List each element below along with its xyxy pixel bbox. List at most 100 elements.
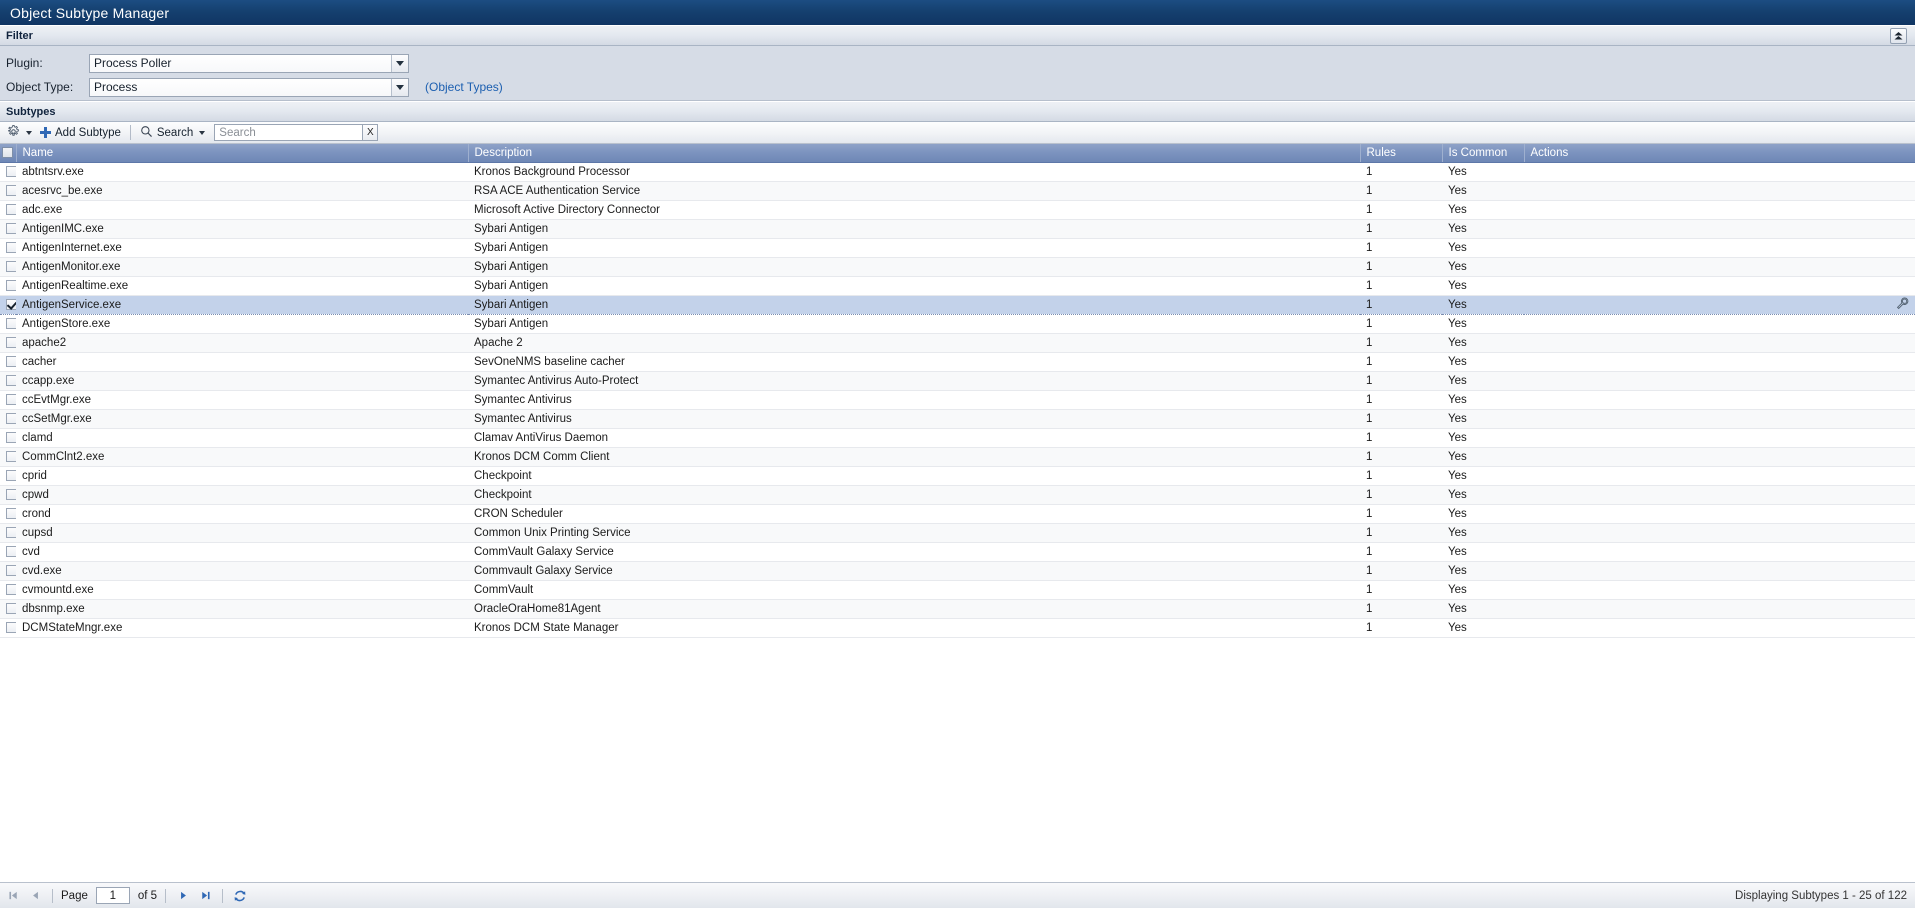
- row-checkbox[interactable]: [6, 355, 16, 367]
- row-select-cell[interactable]: [0, 618, 16, 638]
- row-select-cell[interactable]: [0, 257, 16, 277]
- row-select-cell[interactable]: [0, 485, 16, 505]
- row-checkbox[interactable]: [6, 374, 16, 386]
- row-checkbox[interactable]: [6, 393, 16, 405]
- row-select-cell[interactable]: [0, 599, 16, 619]
- table-row[interactable]: ccSetMgr.exe Symantec Antivirus 1 Yes: [0, 409, 1915, 429]
- cell-actions[interactable]: [1524, 542, 1915, 562]
- grid-options-menu[interactable]: [3, 123, 36, 143]
- row-select-cell[interactable]: [0, 294, 16, 315]
- row-select-cell[interactable]: [0, 238, 16, 258]
- row-checkbox[interactable]: [6, 621, 16, 633]
- table-row[interactable]: AntigenService.exe Sybari Antigen 1 Yes: [0, 294, 1915, 315]
- page-number-input[interactable]: [95, 887, 130, 904]
- row-checkbox[interactable]: [6, 431, 16, 443]
- row-select-cell[interactable]: [0, 580, 16, 600]
- plugin-select[interactable]: Process Poller: [89, 53, 409, 73]
- row-checkbox[interactable]: [6, 241, 16, 253]
- row-checkbox[interactable]: [6, 260, 16, 272]
- select-all-header[interactable]: [0, 144, 17, 163]
- row-select-cell[interactable]: [0, 181, 16, 201]
- wrench-icon[interactable]: [1896, 297, 1909, 313]
- cell-actions[interactable]: [1524, 238, 1915, 258]
- row-checkbox[interactable]: [6, 336, 16, 348]
- row-select-cell[interactable]: [0, 428, 16, 448]
- cell-actions[interactable]: [1524, 352, 1915, 372]
- table-row[interactable]: acesrvc_be.exe RSA ACE Authentication Ser…: [0, 181, 1915, 201]
- column-header-rules[interactable]: Rules: [1360, 144, 1443, 163]
- cell-actions[interactable]: [1524, 257, 1915, 277]
- row-checkbox[interactable]: [6, 298, 16, 310]
- row-checkbox[interactable]: [6, 450, 16, 462]
- row-select-cell[interactable]: [0, 561, 16, 581]
- row-checkbox[interactable]: [6, 545, 16, 557]
- row-select-cell[interactable]: [0, 371, 16, 391]
- table-row[interactable]: cpwd Checkpoint 1 Yes: [0, 485, 1915, 505]
- row-select-cell[interactable]: [0, 523, 16, 543]
- search-input[interactable]: [214, 124, 363, 141]
- table-row[interactable]: AntigenInternet.exe Sybari Antigen 1 Yes: [0, 238, 1915, 258]
- row-select-cell[interactable]: [0, 219, 16, 239]
- cell-actions[interactable]: [1524, 371, 1915, 391]
- row-checkbox[interactable]: [6, 165, 16, 177]
- cell-actions[interactable]: [1524, 181, 1915, 201]
- row-select-cell[interactable]: [0, 314, 16, 334]
- cell-actions[interactable]: [1524, 485, 1915, 505]
- next-page-icon[interactable]: [174, 887, 192, 905]
- cell-actions[interactable]: [1524, 294, 1915, 315]
- table-row[interactable]: cvd CommVault Galaxy Service 1 Yes: [0, 542, 1915, 562]
- chevron-down-icon[interactable]: [391, 78, 408, 96]
- column-header-actions[interactable]: Actions: [1524, 144, 1915, 163]
- row-checkbox[interactable]: [6, 507, 16, 519]
- row-checkbox[interactable]: [6, 412, 16, 424]
- cell-actions[interactable]: [1524, 580, 1915, 600]
- cell-actions[interactable]: [1524, 523, 1915, 543]
- table-row[interactable]: AntigenStore.exe Sybari Antigen 1 Yes: [0, 314, 1915, 334]
- row-select-cell[interactable]: [0, 409, 16, 429]
- row-checkbox[interactable]: [6, 469, 16, 481]
- row-checkbox[interactable]: [6, 526, 16, 538]
- row-select-cell[interactable]: [0, 504, 16, 524]
- row-checkbox[interactable]: [6, 203, 16, 215]
- cell-actions[interactable]: [1524, 504, 1915, 524]
- row-checkbox[interactable]: [6, 602, 16, 614]
- table-row[interactable]: clamd Clamav AntiVirus Daemon 1 Yes: [0, 428, 1915, 448]
- table-row[interactable]: adc.exe Microsoft Active Directory Connec…: [0, 200, 1915, 220]
- row-select-cell[interactable]: [0, 390, 16, 410]
- row-select-cell[interactable]: [0, 542, 16, 562]
- row-select-cell[interactable]: [0, 162, 16, 182]
- table-row[interactable]: AntigenIMC.exe Sybari Antigen 1 Yes: [0, 219, 1915, 239]
- table-row[interactable]: dbsnmp.exe OracleOraHome81Agent 1 Yes: [0, 599, 1915, 619]
- cell-actions[interactable]: [1524, 599, 1915, 619]
- cell-actions[interactable]: [1524, 200, 1915, 220]
- search-clear-button[interactable]: X: [362, 124, 379, 141]
- chevron-down-icon[interactable]: [391, 54, 408, 72]
- row-checkbox[interactable]: [6, 317, 16, 329]
- cell-actions[interactable]: [1524, 409, 1915, 429]
- cell-actions[interactable]: [1524, 276, 1915, 296]
- table-row[interactable]: cupsd Common Unix Printing Service 1 Yes: [0, 523, 1915, 543]
- cell-actions[interactable]: [1524, 561, 1915, 581]
- search-menu-button[interactable]: Search: [136, 123, 209, 143]
- row-select-cell[interactable]: [0, 200, 16, 220]
- table-row[interactable]: DCMStateMngr.exe Kronos DCM State Manager…: [0, 618, 1915, 638]
- cell-actions[interactable]: [1524, 618, 1915, 638]
- refresh-icon[interactable]: [231, 887, 249, 905]
- table-row[interactable]: AntigenRealtime.exe Sybari Antigen 1 Yes: [0, 276, 1915, 296]
- cell-actions[interactable]: [1524, 162, 1915, 182]
- prev-page-icon[interactable]: [26, 887, 44, 905]
- column-header-is-common[interactable]: Is Common: [1442, 144, 1525, 163]
- cell-actions[interactable]: [1524, 314, 1915, 334]
- table-row[interactable]: AntigenMonitor.exe Sybari Antigen 1 Yes: [0, 257, 1915, 277]
- table-row[interactable]: cprid Checkpoint 1 Yes: [0, 466, 1915, 486]
- row-select-cell[interactable]: [0, 466, 16, 486]
- row-checkbox[interactable]: [6, 564, 16, 576]
- row-checkbox[interactable]: [6, 184, 16, 196]
- table-row[interactable]: ccEvtMgr.exe Symantec Antivirus 1 Yes: [0, 390, 1915, 410]
- table-row[interactable]: CommClnt2.exe Kronos DCM Comm Client 1 Yes: [0, 447, 1915, 467]
- first-page-icon[interactable]: [4, 887, 22, 905]
- row-checkbox[interactable]: [6, 222, 16, 234]
- row-select-cell[interactable]: [0, 352, 16, 372]
- last-page-icon[interactable]: [196, 887, 214, 905]
- table-row[interactable]: abtntsrv.exe Kronos Background Processor 1…: [0, 162, 1915, 182]
